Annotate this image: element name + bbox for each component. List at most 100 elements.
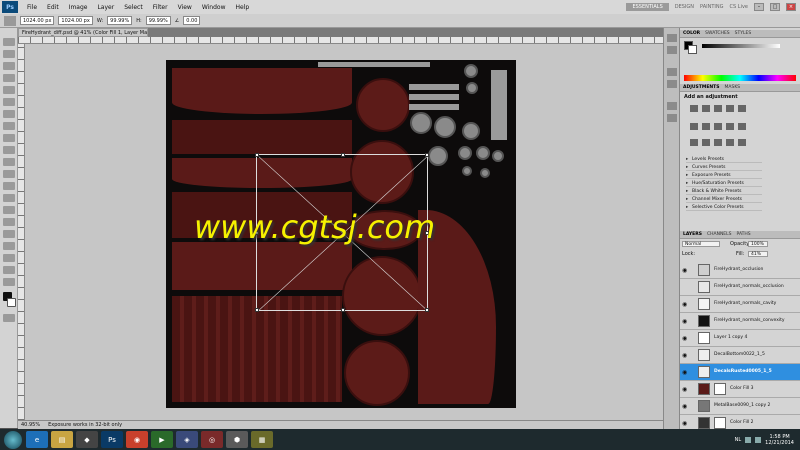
opacity-field[interactable]: 100%: [748, 241, 768, 247]
transform-handle-top-center[interactable]: [341, 153, 345, 157]
preset-selective-color[interactable]: Selective Color Presets: [686, 204, 762, 211]
vibrance-icon[interactable]: [738, 105, 746, 112]
close-window-button[interactable]: ×: [786, 3, 796, 11]
invert-icon[interactable]: [690, 139, 698, 146]
clone-stamp-tool-icon[interactable]: [3, 134, 15, 142]
layer-row[interactable]: ◉ Color Fill 3: [680, 381, 800, 398]
layer-visibility-eye-icon[interactable]: ◉: [682, 267, 687, 274]
menu-help[interactable]: Help: [231, 4, 255, 11]
tab-layers[interactable]: LAYERS: [683, 232, 702, 237]
hand-tool-icon[interactable]: [3, 266, 15, 274]
layer-mask-thumbnail[interactable]: [714, 383, 726, 395]
clone-source-panel-icon[interactable]: [667, 80, 677, 88]
layer-visibility-eye-icon[interactable]: ◉: [682, 420, 687, 427]
layer-thumbnail[interactable]: [698, 332, 710, 344]
posterize-icon[interactable]: [702, 139, 710, 146]
color-balance-icon[interactable]: [702, 123, 710, 130]
shape-tool-icon[interactable]: [3, 242, 15, 250]
width-percent-field[interactable]: 99.99%: [107, 16, 133, 25]
selective-color-icon[interactable]: [738, 139, 746, 146]
taskbar-app-media-icon[interactable]: ▶: [151, 431, 173, 448]
curves-icon[interactable]: [714, 105, 722, 112]
preset-black-white[interactable]: Black & White Presets: [686, 188, 762, 195]
taskbar-app-explorer-icon[interactable]: ▤: [51, 431, 73, 448]
menu-file[interactable]: File: [22, 4, 42, 11]
tab-swatches[interactable]: SWATCHES: [705, 31, 730, 36]
network-icon[interactable]: [745, 436, 752, 443]
tab-paths[interactable]: PATHS: [737, 232, 751, 237]
taskbar-app-photoshop-icon[interactable]: Ps: [101, 431, 123, 448]
hue-saturation-icon[interactable]: [690, 123, 698, 130]
layer-thumbnail[interactable]: [698, 281, 710, 293]
brightness-contrast-icon[interactable]: [690, 105, 698, 112]
preset-hue-saturation[interactable]: Hue/Saturation Presets: [686, 180, 762, 187]
crop-tool-icon[interactable]: [3, 86, 15, 94]
cs-live-button[interactable]: CS Live: [730, 4, 748, 10]
layer-visibility-eye-icon[interactable]: ◉: [682, 335, 687, 342]
x-position-field[interactable]: 1024.00 px: [20, 16, 55, 25]
move-tool-icon[interactable]: [3, 38, 15, 46]
gradient-tool-icon[interactable]: [3, 170, 15, 178]
paragraph-panel-icon[interactable]: [667, 114, 677, 122]
layer-row[interactable]: ◉ DecalsRusted0005_1_5: [680, 364, 800, 381]
transform-handle-top-right[interactable]: [425, 153, 429, 157]
taskbar-app-ie-icon[interactable]: e: [26, 431, 48, 448]
layer-visibility-eye-icon[interactable]: ◉: [682, 403, 687, 410]
pen-tool-icon[interactable]: [3, 206, 15, 214]
layer-thumbnail[interactable]: [698, 298, 710, 310]
workspace-painting-button[interactable]: PAINTING: [700, 4, 723, 10]
background-color-swatch[interactable]: [7, 298, 16, 307]
tab-channels[interactable]: CHANNELS: [707, 232, 732, 237]
blur-tool-icon[interactable]: [3, 182, 15, 190]
type-tool-icon[interactable]: [3, 218, 15, 226]
layer-thumbnail[interactable]: [698, 417, 710, 429]
vertical-ruler[interactable]: [18, 44, 25, 420]
character-panel-icon[interactable]: [667, 102, 677, 110]
tab-adjustments[interactable]: ADJUSTMENTS: [683, 85, 720, 90]
eyedropper-tool-icon[interactable]: [3, 98, 15, 106]
quick-select-tool-icon[interactable]: [3, 74, 15, 82]
y-position-field[interactable]: 1024.00 px: [58, 16, 93, 25]
volume-icon[interactable]: [755, 436, 762, 443]
layer-visibility-eye-icon[interactable]: ◉: [682, 352, 687, 359]
taskbar-app-unity-icon[interactable]: ◆: [76, 431, 98, 448]
start-button[interactable]: [4, 430, 22, 449]
photo-filter-icon[interactable]: [726, 123, 734, 130]
menu-select[interactable]: Select: [119, 4, 148, 11]
path-select-tool-icon[interactable]: [3, 230, 15, 238]
layer-row[interactable]: ◉ FireHydrant_occlusion: [680, 262, 800, 279]
preset-curves[interactable]: Curves Presets: [686, 164, 762, 171]
taskbar-app-chrome-icon[interactable]: ◉: [126, 431, 148, 448]
layer-mask-thumbnail[interactable]: [714, 417, 726, 429]
transform-handle-bottom-right[interactable]: [425, 308, 429, 312]
maximize-window-button[interactable]: □: [770, 3, 780, 11]
layer-visibility-eye-icon[interactable]: ◉: [682, 301, 687, 308]
clock[interactable]: 1:58 PM 12/21/2014: [765, 434, 794, 446]
height-percent-field[interactable]: 99.99%: [145, 16, 171, 25]
layer-thumbnail[interactable]: [698, 264, 710, 276]
menu-window[interactable]: Window: [197, 4, 231, 11]
channel-mixer-icon[interactable]: [738, 123, 746, 130]
layer-row[interactable]: ◉ Layer 1 copy 4: [680, 330, 800, 347]
preset-exposure[interactable]: Exposure Presets: [686, 172, 762, 179]
horizontal-ruler[interactable]: [18, 37, 663, 44]
menu-filter[interactable]: Filter: [148, 4, 173, 11]
document-tab[interactable]: FireHydrant_diff.psd @ 41% (Color Fill 1…: [18, 28, 148, 37]
layer-row[interactable]: ◉ FireHydrant_normals_cavity: [680, 296, 800, 313]
taskbar-app-app9-icon[interactable]: ⬢: [226, 431, 248, 448]
lasso-tool-icon[interactable]: [3, 62, 15, 70]
transform-handle-bottom-left[interactable]: [255, 308, 259, 312]
menu-image[interactable]: Image: [64, 4, 93, 11]
tab-styles[interactable]: STYLES: [735, 31, 752, 36]
healing-brush-tool-icon[interactable]: [3, 110, 15, 118]
layer-thumbnail[interactable]: [698, 315, 710, 327]
tab-color[interactable]: COLOR: [683, 31, 700, 36]
panel-background-swatch[interactable]: [688, 45, 697, 54]
eraser-tool-icon[interactable]: [3, 158, 15, 166]
taskbar-app-app10-icon[interactable]: ▦: [251, 431, 273, 448]
zoom-tool-icon[interactable]: [3, 278, 15, 286]
preset-channel-mixer[interactable]: Channel Mixer Presets: [686, 196, 762, 203]
layer-visibility-eye-icon[interactable]: ◉: [682, 318, 687, 325]
layer-thumbnail[interactable]: [698, 366, 710, 378]
layer-thumbnail[interactable]: [698, 383, 710, 395]
